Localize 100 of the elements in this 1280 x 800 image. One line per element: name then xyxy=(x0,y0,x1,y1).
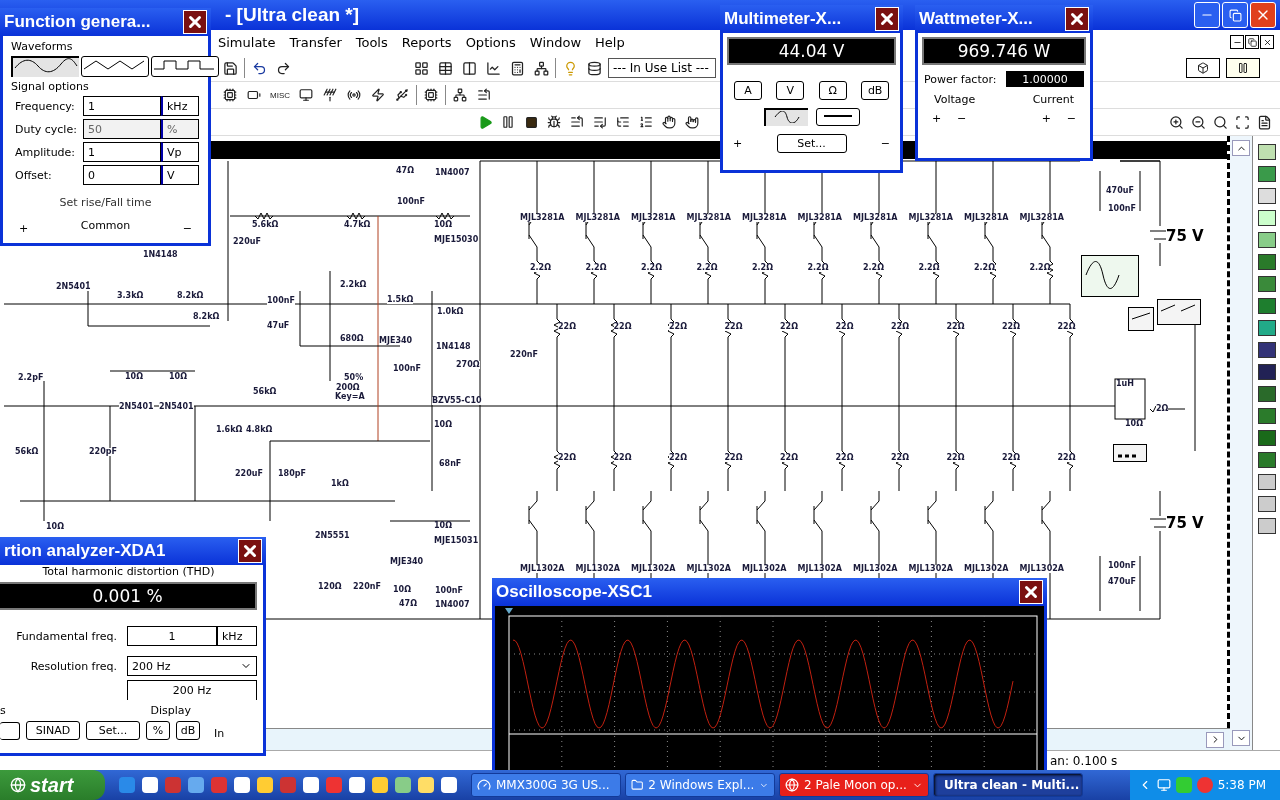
minimize-button[interactable] xyxy=(1230,35,1244,49)
component-label: 2.2Ω xyxy=(696,264,718,272)
taskbar-button[interactable]: MMX300G 3G US... xyxy=(471,773,621,797)
in-use-list-dropdown[interactable]: --- In Use List --- xyxy=(608,58,716,78)
instrument-icon[interactable] xyxy=(1257,518,1276,534)
component-label: MJE340 xyxy=(379,337,413,345)
unit-field[interactable]: Vp xyxy=(161,142,199,162)
component-label: 2N5401 xyxy=(159,403,194,411)
component-label: 22Ω xyxy=(558,454,576,462)
control-button[interactable]: SINAD xyxy=(26,721,80,740)
menu-item[interactable]: Tools xyxy=(355,35,388,50)
multimeter-symbol xyxy=(1128,307,1154,331)
waveform-button[interactable] xyxy=(11,56,79,77)
mode-button[interactable]: V xyxy=(776,81,805,100)
instrument-icon[interactable] xyxy=(1257,276,1276,292)
scroll-down-button[interactable] xyxy=(1232,730,1250,746)
instrument-icon[interactable] xyxy=(1257,232,1276,248)
component-label: 1N4007 xyxy=(435,169,470,177)
component-label: 22Ω xyxy=(558,323,576,331)
quick-launch-icon[interactable] xyxy=(372,777,388,793)
mode-button[interactable]: A xyxy=(734,81,763,100)
component-label: 22Ω xyxy=(1057,323,1076,331)
scroll-up-button[interactable] xyxy=(1232,140,1250,156)
control-button[interactable]: Set... xyxy=(86,721,140,740)
component-label: 47Ω xyxy=(396,167,414,175)
unit-field[interactable]: kHz xyxy=(161,96,199,116)
quick-launch-icon[interactable] xyxy=(441,777,457,793)
component-label: 2N5551 xyxy=(315,532,350,540)
quick-launch-icon[interactable] xyxy=(234,777,250,793)
instrument-icon[interactable] xyxy=(1257,430,1276,446)
restore-icon xyxy=(1228,8,1242,22)
unit-field[interactable]: V xyxy=(161,165,199,185)
unit-field[interactable]: kHz xyxy=(217,626,257,646)
mode-button[interactable]: Ω xyxy=(818,81,847,100)
component-label: MJL3281A xyxy=(575,214,620,222)
menu-item[interactable]: Reports xyxy=(401,35,452,50)
menu-item[interactable]: Options xyxy=(465,35,516,50)
start-button[interactable]: start xyxy=(0,770,105,800)
instrument-icon[interactable] xyxy=(1257,364,1276,380)
quick-launch-icon[interactable] xyxy=(418,777,434,793)
instrument-icon[interactable] xyxy=(1257,298,1276,314)
mode-button[interactable]: dB xyxy=(860,81,889,100)
input-field[interactable]: 1 xyxy=(127,626,217,646)
instrument-icon[interactable] xyxy=(1257,452,1276,468)
taskbar-button[interactable]: 2 Windows Expl... xyxy=(625,773,775,797)
close-button[interactable] xyxy=(1260,35,1274,49)
waveform-button[interactable] xyxy=(151,56,219,77)
component-label: 2.2Ω xyxy=(863,264,884,272)
quick-launch-icon[interactable] xyxy=(303,777,319,793)
control-button[interactable] xyxy=(0,721,20,740)
menu-item[interactable]: Transfer xyxy=(289,35,342,50)
clock: 5:38 PM xyxy=(1217,778,1266,792)
close-icon xyxy=(878,10,896,28)
set-button[interactable]: Set... xyxy=(776,134,847,153)
component-label: 22Ω xyxy=(891,454,909,462)
resolution-dropdown[interactable]: 200 Hz xyxy=(127,656,257,676)
taskbar-button[interactable]: 2 Pale Moon op... xyxy=(779,773,929,797)
quick-launch-icon[interactable] xyxy=(349,777,365,793)
menu-item[interactable]: Window xyxy=(529,35,582,50)
input-field[interactable]: 1 xyxy=(83,142,161,162)
instrument-icon[interactable] xyxy=(1257,408,1276,424)
display-mode-button[interactable]: dB xyxy=(176,721,200,740)
scroll-right-button[interactable] xyxy=(1206,731,1224,748)
component-label: 22Ω xyxy=(613,323,632,331)
field-label: Resolution freq. xyxy=(30,659,117,673)
instrument-icon[interactable] xyxy=(1257,342,1276,358)
oscilloscope-symbol xyxy=(1081,255,1139,297)
menu-item[interactable]: Simulate xyxy=(218,35,276,50)
rise-fall-button[interactable]: Set rise/Fall time xyxy=(59,196,152,209)
instrument-icon[interactable] xyxy=(1257,496,1276,512)
quick-launch-icon[interactable] xyxy=(142,777,158,793)
instrument-icon[interactable] xyxy=(1257,188,1276,204)
instrument-icon[interactable] xyxy=(1257,386,1276,402)
signal-type-button[interactable] xyxy=(815,108,860,126)
menu-item[interactable]: Help xyxy=(595,35,625,50)
input-field[interactable]: 1 xyxy=(83,96,161,116)
component-label: 180pF xyxy=(278,470,306,478)
component-label: 10Ω xyxy=(169,373,187,381)
waveform-button[interactable] xyxy=(81,56,149,77)
input-field[interactable]: 0 xyxy=(83,165,161,185)
taskbar-button[interactable]: Ultra clean - Multi... xyxy=(933,773,1083,797)
display-mode-button[interactable]: % xyxy=(146,721,170,740)
instrument-icon[interactable] xyxy=(1257,254,1276,270)
restore-button[interactable] xyxy=(1245,35,1259,49)
misc-button[interactable]: MISC xyxy=(268,85,292,105)
instrument-icon[interactable] xyxy=(1257,320,1276,336)
quick-launch-icon[interactable] xyxy=(257,777,273,793)
instrument-icon[interactable] xyxy=(1257,166,1276,182)
quick-launch-icon[interactable] xyxy=(395,777,411,793)
instrument-icon[interactable] xyxy=(1257,474,1276,490)
window-title: rtion analyzer-XDA1 xyxy=(4,541,166,561)
pause-icon[interactable] xyxy=(1226,58,1260,78)
component-label: 220uF xyxy=(235,470,263,478)
instrument-icon[interactable] xyxy=(1257,144,1276,160)
close-icon xyxy=(241,542,259,560)
component-label: 2N5401 xyxy=(56,283,91,291)
instrument-icon[interactable] xyxy=(1257,210,1276,226)
component-label: 10Ω xyxy=(46,523,64,531)
signal-type-button[interactable] xyxy=(763,108,808,126)
restore-icon xyxy=(1247,37,1257,47)
